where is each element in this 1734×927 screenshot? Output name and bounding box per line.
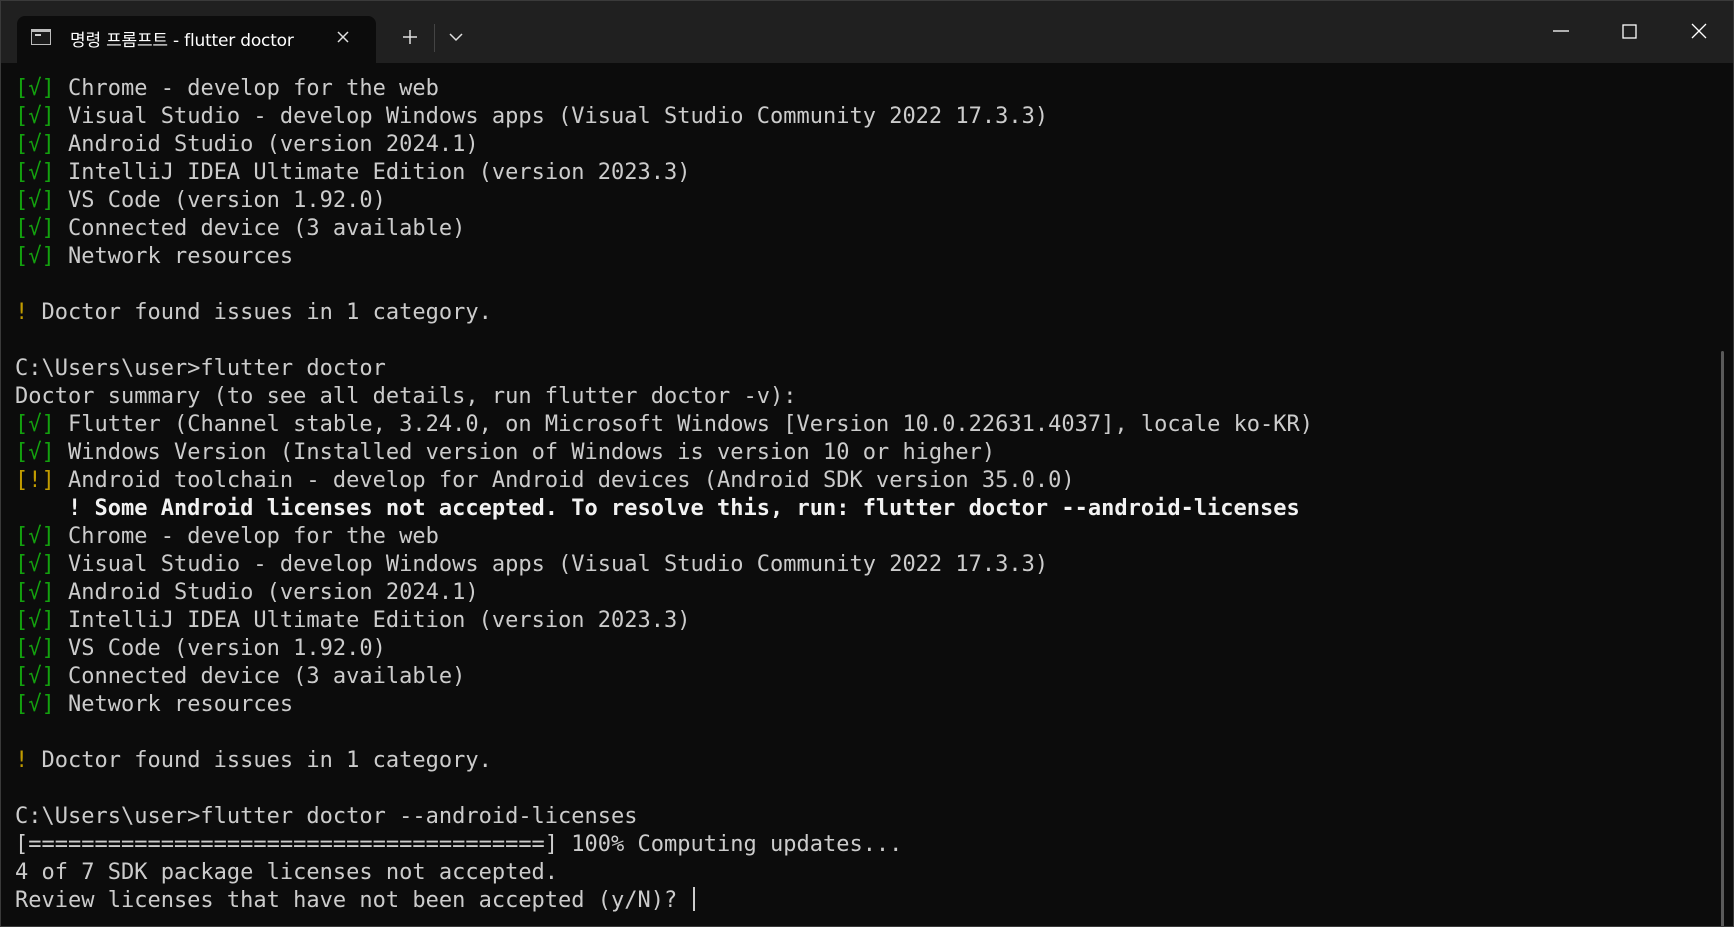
line-text: Doctor found issues in 1 category. xyxy=(28,748,492,773)
line-text: Windows Version (Installed version of Wi… xyxy=(54,440,996,465)
line-text: C:\Users\user>flutter doctor xyxy=(15,356,386,381)
terminal-line: [√] Connected device (3 available) xyxy=(15,215,1313,243)
terminal-line: ! Doctor found issues in 1 category. xyxy=(15,299,1313,327)
chevron-down-icon xyxy=(449,33,463,42)
close-icon xyxy=(337,31,349,43)
line-text: Visual Studio - develop Windows apps (Vi… xyxy=(54,104,1049,129)
terminal-line: [√] Visual Studio - develop Windows apps… xyxy=(15,103,1313,131)
terminal-line: [√] Network resources xyxy=(15,243,1313,271)
check-status: [√] xyxy=(15,664,55,689)
check-status: [√] xyxy=(15,412,55,437)
tab-command-prompt[interactable]: 명령 프롬프트 - flutter doctor xyxy=(17,16,376,63)
check-status: [√] xyxy=(15,132,55,157)
tab-title: 명령 프롬프트 - flutter doctor xyxy=(70,31,294,51)
check-status: [√] xyxy=(15,636,55,661)
check-status: [√] xyxy=(15,216,55,241)
line-text: ! Some Android licenses not accepted. To… xyxy=(15,496,1300,521)
check-status: [√] xyxy=(15,580,55,605)
terminal-line: [√] Network resources xyxy=(15,691,1313,719)
check-status: [√] xyxy=(15,188,55,213)
new-tab-button[interactable] xyxy=(392,21,428,53)
terminal-line: [√] Chrome - develop for the web xyxy=(15,523,1313,551)
terminal-line: [!] Android toolchain - develop for Andr… xyxy=(15,467,1313,495)
line-text: Flutter (Channel stable, 3.24.0, on Micr… xyxy=(54,412,1314,437)
line-text: Doctor summary (to see all details, run … xyxy=(15,384,797,409)
line-text: IntelliJ IDEA Ultimate Edition (version … xyxy=(54,608,691,633)
terminal-line: [√] VS Code (version 1.92.0) xyxy=(15,635,1313,663)
terminal-line: ! Doctor found issues in 1 category. xyxy=(15,747,1313,775)
line-text: 4 of 7 SDK package licenses not accepted… xyxy=(15,860,559,885)
line-text: Connected device (3 available) xyxy=(54,216,466,241)
minimize-icon xyxy=(1553,30,1569,32)
check-status: [√] xyxy=(15,440,55,465)
line-text: Android toolchain - develop for Android … xyxy=(54,468,1075,493)
warning-status: ! xyxy=(15,748,29,773)
maximize-icon xyxy=(1622,24,1637,39)
line-text: Chrome - develop for the web xyxy=(54,76,439,101)
terminal-line: [√] IntelliJ IDEA Ultimate Edition (vers… xyxy=(15,607,1313,635)
line-text: Review licenses that have not been accep… xyxy=(15,888,691,913)
title-bar[interactable]: 명령 프롬프트 - flutter doctor xyxy=(1,1,1733,63)
terminal-line: [√] Flutter (Channel stable, 3.24.0, on … xyxy=(15,411,1313,439)
warning-status: ! xyxy=(15,300,29,325)
plus-icon xyxy=(403,30,417,44)
close-icon xyxy=(1691,23,1707,39)
line-text: VS Code (version 1.92.0) xyxy=(54,636,386,661)
terminal-line: [√] Windows Version (Installed version o… xyxy=(15,439,1313,467)
minimize-button[interactable] xyxy=(1538,11,1584,51)
terminal-line: [√] Chrome - develop for the web xyxy=(15,75,1313,103)
terminal-line: [=======================================… xyxy=(15,831,1313,859)
close-tab-button[interactable] xyxy=(331,25,355,49)
check-status: [√] xyxy=(15,524,55,549)
close-window-button[interactable] xyxy=(1676,11,1722,51)
terminal-line: [√] Visual Studio - develop Windows apps… xyxy=(15,551,1313,579)
terminal-line: Doctor summary (to see all details, run … xyxy=(15,383,1313,411)
terminal-line: 4 of 7 SDK package licenses not accepted… xyxy=(15,859,1313,887)
line-text: IntelliJ IDEA Ultimate Edition (version … xyxy=(54,160,691,185)
terminal-line: [√] VS Code (version 1.92.0) xyxy=(15,187,1313,215)
tab-dropdown-button[interactable] xyxy=(438,21,474,53)
terminal-line: [√] IntelliJ IDEA Ultimate Edition (vers… xyxy=(15,159,1313,187)
line-text: Doctor found issues in 1 category. xyxy=(28,300,492,325)
terminal-line: [√] Connected device (3 available) xyxy=(15,663,1313,691)
terminal-window: 명령 프롬프트 - flutter doctor [√] Chrome - de… xyxy=(0,0,1734,927)
line-text: Android Studio (version 2024.1) xyxy=(54,132,479,157)
terminal-output[interactable]: [√] Chrome - develop for the web [√] Visu… xyxy=(1,63,1719,926)
check-status: [√] xyxy=(15,552,55,577)
scrollbar[interactable] xyxy=(1721,351,1724,926)
line-text: Chrome - develop for the web xyxy=(54,524,439,549)
terminal-line: [√] Android Studio (version 2024.1) xyxy=(15,131,1313,159)
check-status: [√] xyxy=(15,104,55,129)
line-text: Connected device (3 available) xyxy=(54,664,466,689)
terminal-lines: [√] Chrome - develop for the web [√] Visu… xyxy=(15,75,1313,915)
warning-status: [!] xyxy=(15,468,55,493)
terminal-line: C:\Users\user>flutter doctor xyxy=(15,355,1313,383)
maximize-button[interactable] xyxy=(1606,11,1652,51)
check-status: [√] xyxy=(15,692,55,717)
line-text: Network resources xyxy=(54,244,294,269)
line-text: VS Code (version 1.92.0) xyxy=(54,188,386,213)
line-text: [=======================================… xyxy=(15,832,903,857)
terminal-line: [√] Android Studio (version 2024.1) xyxy=(15,579,1313,607)
check-status: [√] xyxy=(15,160,55,185)
line-text: Android Studio (version 2024.1) xyxy=(54,580,479,605)
line-text: Network resources xyxy=(54,692,294,717)
line-text: C:\Users\user>flutter doctor --android-l… xyxy=(15,804,638,829)
check-status: [√] xyxy=(15,244,55,269)
check-status: [√] xyxy=(15,608,55,633)
check-status: [√] xyxy=(15,76,55,101)
terminal-line: ! Some Android licenses not accepted. To… xyxy=(15,495,1313,523)
terminal-line: Review licenses that have not been accep… xyxy=(15,887,1313,915)
line-text: Visual Studio - develop Windows apps (Vi… xyxy=(54,552,1049,577)
terminal-line: C:\Users\user>flutter doctor --android-l… xyxy=(15,803,1313,831)
text-cursor xyxy=(692,887,695,911)
tab-divider xyxy=(434,24,435,52)
terminal-icon xyxy=(31,29,51,45)
